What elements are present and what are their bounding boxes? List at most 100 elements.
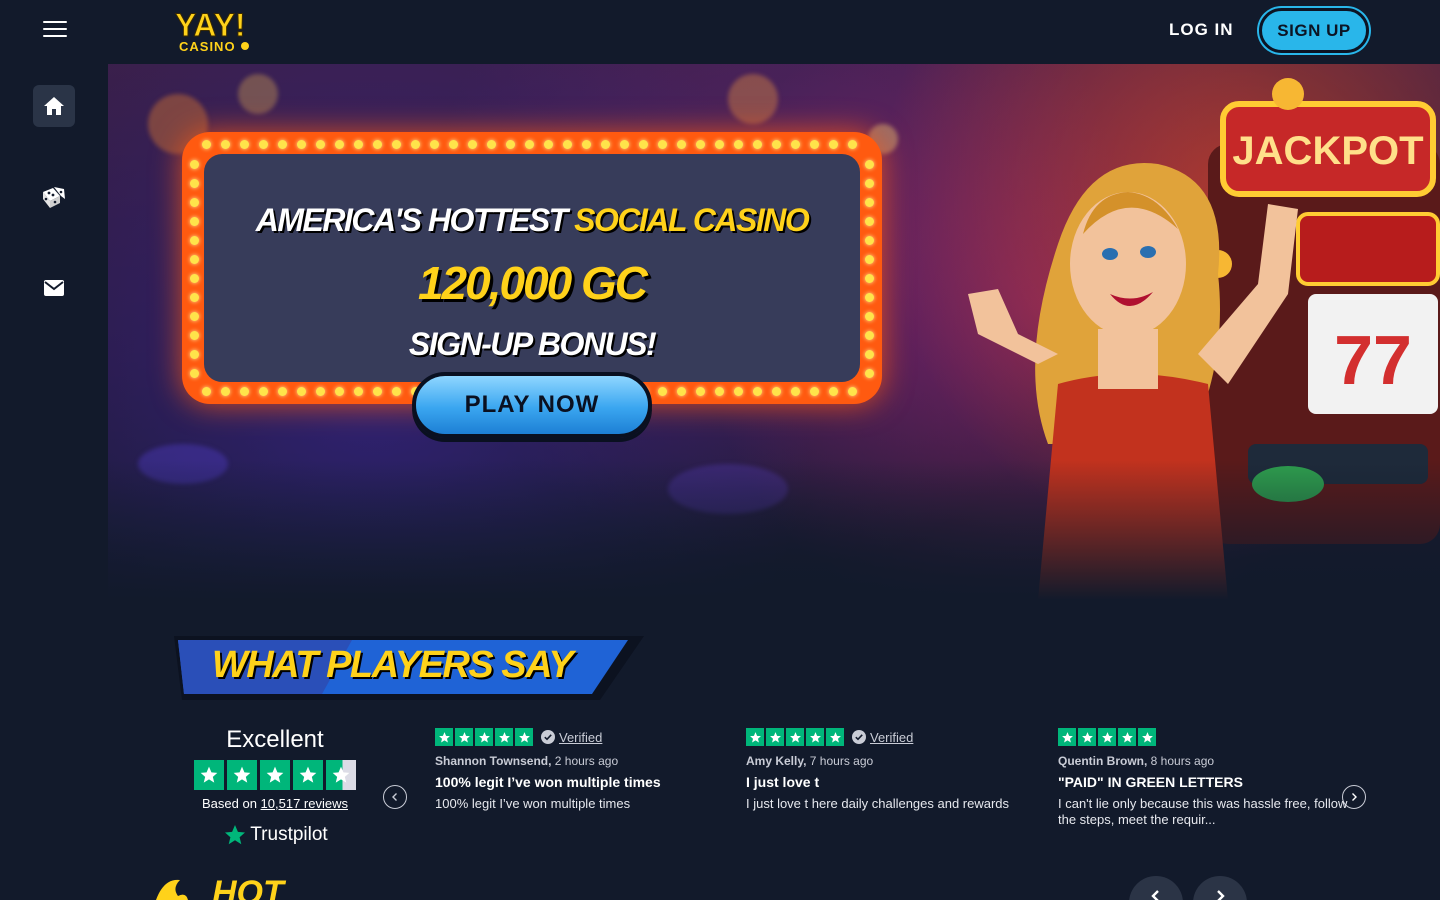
review-title: 100% legit I’ve won multiple times	[435, 774, 661, 790]
marquee-bulb	[715, 140, 724, 149]
marquee-bulb	[829, 140, 838, 149]
star-icon	[1138, 728, 1156, 746]
players-say-title: WHAT PLAYERS SAY	[211, 644, 574, 686]
marquee-bulb	[221, 140, 230, 149]
marquee-bulb	[316, 140, 325, 149]
trustpilot-logo[interactable]: Trustpilot	[190, 823, 360, 847]
marquee-bulb	[865, 274, 874, 283]
star-icon	[227, 760, 257, 790]
marquee-bulb	[190, 217, 199, 226]
marquee-bulb	[865, 369, 874, 378]
hot-next-button[interactable]	[1193, 876, 1247, 900]
yay-casino-logo[interactable]: YAY! CASINO	[175, 6, 257, 56]
star-icon	[1058, 728, 1076, 746]
marquee-bulb	[677, 387, 686, 396]
marquee-bulb	[696, 387, 705, 396]
star-icon	[260, 760, 290, 790]
review-meta: Quentin Brown, 8 hours ago	[1058, 754, 1215, 768]
marquee-bulb	[430, 140, 439, 149]
review-stars	[1058, 728, 1156, 746]
reviews-link[interactable]: 10,517 reviews	[261, 796, 348, 811]
marquee-bulb	[411, 140, 420, 149]
verified-badge[interactable]: Verified	[541, 730, 602, 745]
marquee-bulb	[190, 160, 199, 169]
reviews-prev-button[interactable]	[383, 785, 407, 809]
marquee-bulb	[791, 387, 800, 396]
star-icon	[475, 728, 493, 746]
trustpilot-star-icon	[225, 825, 246, 845]
marquee-bulb	[316, 387, 325, 396]
marquee-bulb	[865, 350, 874, 359]
star-icon	[806, 728, 824, 746]
review-body: I can't lie only because this was hassle…	[1058, 796, 1348, 827]
hot-section-title: HOT	[150, 874, 290, 900]
promo-subline: SIGN-UP BONUS!	[408, 326, 657, 362]
hot-prev-button[interactable]	[1129, 876, 1183, 900]
marquee-bulb	[865, 217, 874, 226]
marquee-bulb	[582, 140, 591, 149]
marquee-bulb	[449, 140, 458, 149]
marquee-bulb	[658, 387, 667, 396]
marquee-bulb	[335, 140, 344, 149]
chevron-left-icon	[1151, 890, 1159, 900]
marquee-bulb	[563, 140, 572, 149]
review-card: Verified Shannon Townsend, 2 hours ago 1…	[435, 728, 725, 812]
verified-badge[interactable]: Verified	[852, 730, 913, 745]
menu-icon[interactable]	[43, 21, 67, 39]
marquee-bulb	[240, 140, 249, 149]
marquee-bulb	[865, 160, 874, 169]
marquee-bulb	[525, 140, 534, 149]
marquee-bulb	[190, 255, 199, 264]
star-icon	[746, 728, 764, 746]
login-link[interactable]: LOG IN	[1169, 20, 1234, 40]
promo-amount: 120,000 GC	[417, 257, 648, 309]
marquee-bulb	[677, 140, 686, 149]
marquee-bulb	[335, 387, 344, 396]
marquee-bulb	[865, 331, 874, 340]
marquee-bulb	[354, 140, 363, 149]
half-star-icon	[326, 760, 356, 790]
play-now-button[interactable]: PLAY NOW	[412, 372, 652, 438]
marquee-bulb	[190, 293, 199, 302]
marquee-bulb	[487, 140, 496, 149]
trustpilot-summary: Excellent Based on 10,517 reviews Trustp…	[190, 726, 360, 847]
rating-label: Excellent	[226, 726, 324, 753]
sidebar-item-games[interactable]	[33, 176, 75, 218]
marquee-bulb	[190, 236, 199, 245]
chevron-right-icon	[1352, 793, 1357, 801]
promo-headline: AMERICA'S HOTTEST SOCIAL CASINO	[255, 202, 810, 238]
review-body: 100% legit I’ve won multiple times	[435, 796, 631, 811]
sidebar-item-contact[interactable]	[33, 267, 75, 309]
review-stars	[435, 728, 533, 746]
marquee-bulb	[865, 255, 874, 264]
marquee-bulb	[373, 140, 382, 149]
marquee-bulb	[190, 312, 199, 321]
svg-text:77: 77	[1334, 321, 1412, 399]
marquee-bulb	[202, 387, 211, 396]
marquee-bulb	[734, 387, 743, 396]
promo-marquee: AMERICA'S HOTTEST SOCIAL CASINO 120,000 …	[182, 132, 882, 404]
review-meta: Amy Kelly, 7 hours ago	[746, 754, 874, 768]
marquee-bulb	[620, 140, 629, 149]
promo-panel: AMERICA'S HOTTEST SOCIAL CASINO 120,000 …	[204, 154, 860, 382]
star-icon	[1078, 728, 1096, 746]
marquee-bulb	[468, 140, 477, 149]
star-icon	[1098, 728, 1116, 746]
marquee-bulb	[865, 312, 874, 321]
star-icon	[515, 728, 533, 746]
marquee-bulb	[190, 198, 199, 207]
marquee-bulb	[696, 140, 705, 149]
chevron-right-icon	[1217, 890, 1225, 900]
review-meta: Shannon Townsend, 2 hours ago	[435, 754, 619, 768]
svg-text:HOT: HOT	[212, 874, 287, 900]
review-body: I just love t here daily challenges and …	[746, 796, 1010, 811]
review-title: I just love t	[746, 774, 820, 790]
marquee-bulb	[601, 140, 610, 149]
star-icon	[826, 728, 844, 746]
marquee-bulb	[829, 387, 838, 396]
signup-button[interactable]: SIGN UP	[1259, 8, 1369, 53]
sidebar-item-home[interactable]	[33, 85, 75, 127]
marquee-bulb	[791, 140, 800, 149]
marquee-bulb	[190, 369, 199, 378]
marquee-bulb	[259, 387, 268, 396]
